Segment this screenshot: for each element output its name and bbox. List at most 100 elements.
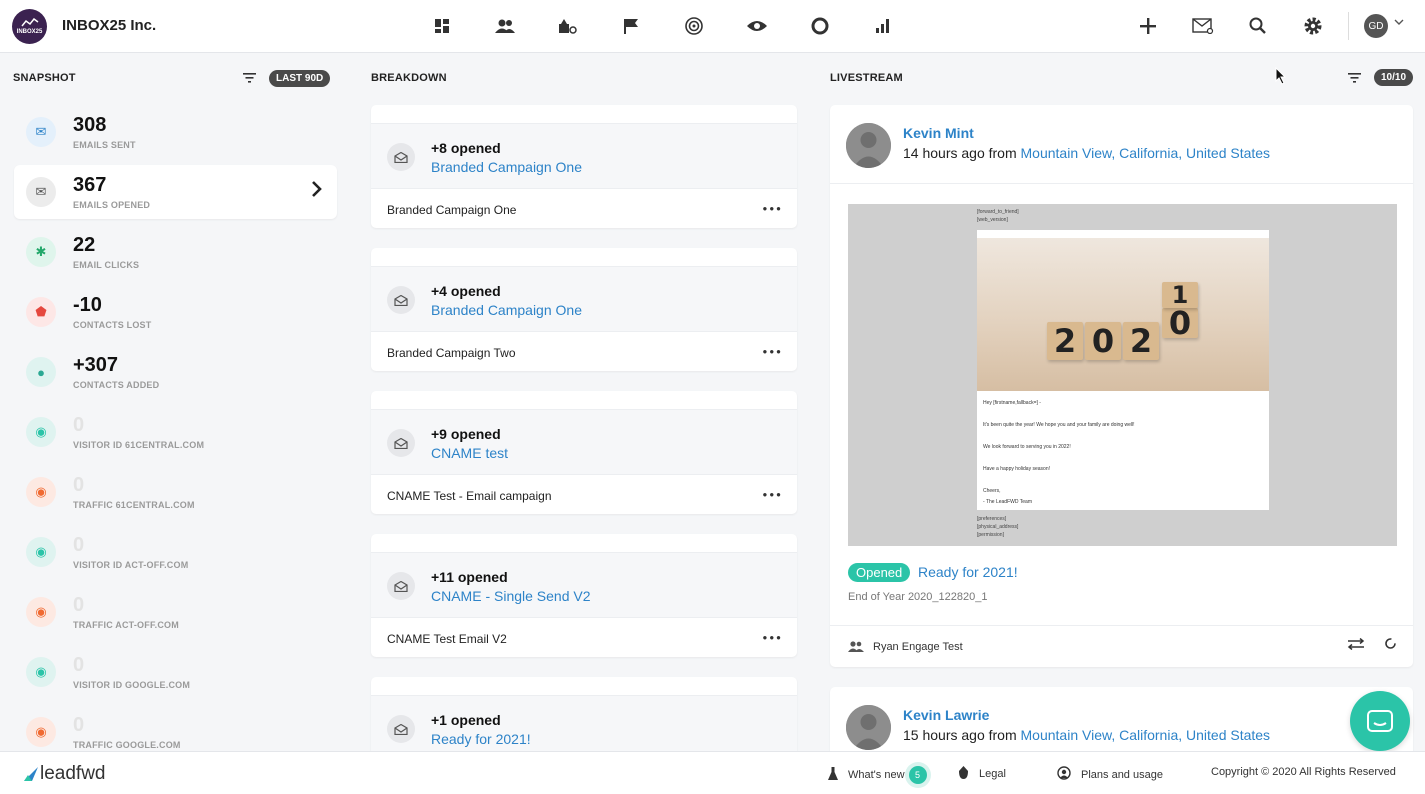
snapshot-icon: ◉ xyxy=(26,717,56,747)
livestream-filter-icon[interactable] xyxy=(1348,70,1361,86)
snapshot-value: -10 xyxy=(73,294,102,316)
snapshot-icon: ⬟ xyxy=(26,297,56,327)
contact-name[interactable]: Kevin Mint xyxy=(903,125,974,141)
chat-launcher-button[interactable] xyxy=(1350,691,1410,751)
mail-icon[interactable] xyxy=(1175,12,1230,40)
more-options-icon[interactable]: ●●● xyxy=(763,347,784,356)
envelope-open-icon xyxy=(387,715,415,743)
divider xyxy=(830,625,1413,626)
email-line: Hey [firstname,fallback=] - xyxy=(983,400,1041,406)
add-icon[interactable] xyxy=(1120,12,1175,40)
snapshot-title: SNAPSHOT xyxy=(13,72,76,84)
snapshot-item[interactable]: ◉ 0 TRAFFIC 61CENTRAL.COM xyxy=(14,465,337,519)
location-link[interactable]: Mountain View, California, United States xyxy=(1021,145,1271,161)
transfer-icon[interactable] xyxy=(1347,637,1365,653)
breakdown-card[interactable]: +11 opened CNAME - Single Send V2 CNAME Te… xyxy=(371,534,797,657)
snapshot-item[interactable]: ◉ 0 VISITOR ID GOOGLE.COM xyxy=(14,645,337,699)
campaign-link[interactable]: Branded Campaign One xyxy=(431,302,582,318)
number-block: 0 xyxy=(1162,304,1198,342)
flask-icon xyxy=(828,767,838,783)
campaigns-flag-icon[interactable] xyxy=(599,13,662,39)
snapshot-label: EMAILS OPENED xyxy=(73,200,151,210)
snapshot-icon: ◉ xyxy=(26,537,56,567)
user-avatar[interactable]: GD xyxy=(1364,14,1388,38)
campaign-link[interactable]: Ready for 2021! xyxy=(431,731,531,747)
snapshot-item[interactable]: ✱ 22 EMAIL CLICKS xyxy=(14,225,337,279)
visitors-eye-icon[interactable] xyxy=(725,13,788,39)
refresh-icon[interactable] xyxy=(1384,637,1397,653)
divider xyxy=(830,183,1413,184)
email-name: Branded Campaign One xyxy=(387,203,517,217)
search-icon[interactable] xyxy=(1230,12,1285,40)
more-options-icon[interactable]: ●●● xyxy=(763,490,784,499)
reports-bar-icon[interactable] xyxy=(851,13,914,39)
snapshot-item[interactable]: ⬟ -10 CONTACTS LOST xyxy=(14,285,337,339)
snapshot-item[interactable]: ● +307 CONTACTS ADDED xyxy=(14,345,337,399)
snapshot-label: CONTACTS ADDED xyxy=(73,380,160,390)
activity-time: 15 hours ago from xyxy=(903,727,1021,743)
snapshot-value: 0 xyxy=(73,654,85,676)
footer: leadfwd What's new 5 Legal Plans and usa… xyxy=(0,751,1425,794)
snapshot-icon: ✉ xyxy=(26,117,56,147)
snapshot-item[interactable]: ◉ 0 TRAFFIC ACT-OFF.COM xyxy=(14,585,337,639)
copyright: Copyright © 2020 All Rights Reserved xyxy=(1211,766,1396,778)
number-block: 0 xyxy=(1085,322,1121,360)
mouse-cursor xyxy=(1275,66,1287,90)
brand-logo[interactable]: INBOX25 xyxy=(12,9,47,44)
snapshot-value: 367 xyxy=(73,174,107,196)
snapshot-item[interactable]: ◉ 0 VISITOR ID ACT-OFF.COM xyxy=(14,525,337,579)
activity-time: 14 hours ago from xyxy=(903,145,1021,161)
email-subject-link[interactable]: Ready for 2021! xyxy=(918,564,1018,580)
leadfwd-logo-icon xyxy=(24,767,38,781)
snapshot-icon: ◉ xyxy=(26,657,56,687)
email-bottom-meta: [preferences] [physical_address] [permis… xyxy=(977,515,1018,539)
whats-new-link[interactable]: What's new 5 xyxy=(828,766,927,784)
chevron-right-icon[interactable] xyxy=(311,180,323,203)
livestream-title: LIVESTREAM xyxy=(830,72,903,84)
more-options-icon[interactable]: ●●● xyxy=(763,633,784,642)
snapshot-icon: ◉ xyxy=(26,417,56,447)
web-version-tag: [web_version] xyxy=(977,217,1008,223)
snapshot-item[interactable]: ✉ 308 EMAILS SENT xyxy=(14,105,337,159)
contact-meta: 14 hours ago from Mountain View, Califor… xyxy=(903,145,1270,161)
snapshot-item[interactable]: ✉ 367 EMAILS OPENED xyxy=(14,165,337,219)
email-line: - The LeadFWD Team xyxy=(983,499,1033,505)
circle-icon[interactable] xyxy=(788,13,851,39)
opened-count: +9 opened xyxy=(431,426,501,442)
chevron-down-icon[interactable] xyxy=(1394,17,1404,29)
more-options-icon[interactable]: ●●● xyxy=(763,204,784,213)
legal-link[interactable]: Legal xyxy=(958,766,1006,782)
snapshot-value: 308 xyxy=(73,114,107,136)
footer-logo-text: leadfwd xyxy=(40,763,106,784)
email-line: Cheers, xyxy=(983,488,1001,494)
deals-icon[interactable] xyxy=(536,13,599,39)
contacts-icon[interactable] xyxy=(473,13,536,39)
footer-logo[interactable]: leadfwd xyxy=(22,763,106,785)
breakdown-summary: +4 opened Branded Campaign One xyxy=(371,266,797,332)
snapshot-value: 0 xyxy=(73,474,85,496)
email-name: CNAME Test - Email campaign xyxy=(387,489,552,503)
dashboard-icon[interactable] xyxy=(410,13,473,39)
breakdown-card[interactable]: +9 opened CNAME test CNAME Test - Email ca… xyxy=(371,391,797,514)
email-line: We look forward to serving you in 2022! xyxy=(983,444,1071,450)
campaign-link[interactable]: CNAME test xyxy=(431,445,508,461)
livestream-count-badge[interactable]: 10/10 xyxy=(1374,69,1414,86)
campaign-name: End of Year 2020_122820_1 xyxy=(848,591,988,603)
breakdown-card[interactable]: +8 opened Branded Campaign One Branded Cam… xyxy=(371,105,797,228)
campaign-link[interactable]: CNAME - Single Send V2 xyxy=(431,588,591,604)
gear-icon[interactable] xyxy=(1285,12,1340,40)
whats-new-label: What's new xyxy=(848,769,905,781)
range-badge[interactable]: LAST 90D xyxy=(269,70,331,87)
goals-target-icon[interactable] xyxy=(662,13,725,39)
breakdown-summary: +11 opened CNAME - Single Send V2 xyxy=(371,552,797,618)
contact-name[interactable]: Kevin Lawrie xyxy=(903,707,989,723)
email-preview[interactable]: [forward_to_friend] [web_version] 2 0 2 … xyxy=(848,204,1397,546)
email-name: CNAME Test Email V2 xyxy=(387,632,507,646)
snapshot-item[interactable]: ◉ 0 VISITOR ID 61CENTRAL.COM xyxy=(14,405,337,459)
location-link[interactable]: Mountain View, California, United States xyxy=(1021,727,1271,743)
plans-link[interactable]: Plans and usage xyxy=(1057,766,1163,783)
filter-icon[interactable] xyxy=(243,70,256,86)
campaign-link[interactable]: Branded Campaign One xyxy=(431,159,582,175)
snapshot-icon: ◉ xyxy=(26,477,56,507)
breakdown-card[interactable]: +4 opened Branded Campaign One Branded Cam… xyxy=(371,248,797,371)
